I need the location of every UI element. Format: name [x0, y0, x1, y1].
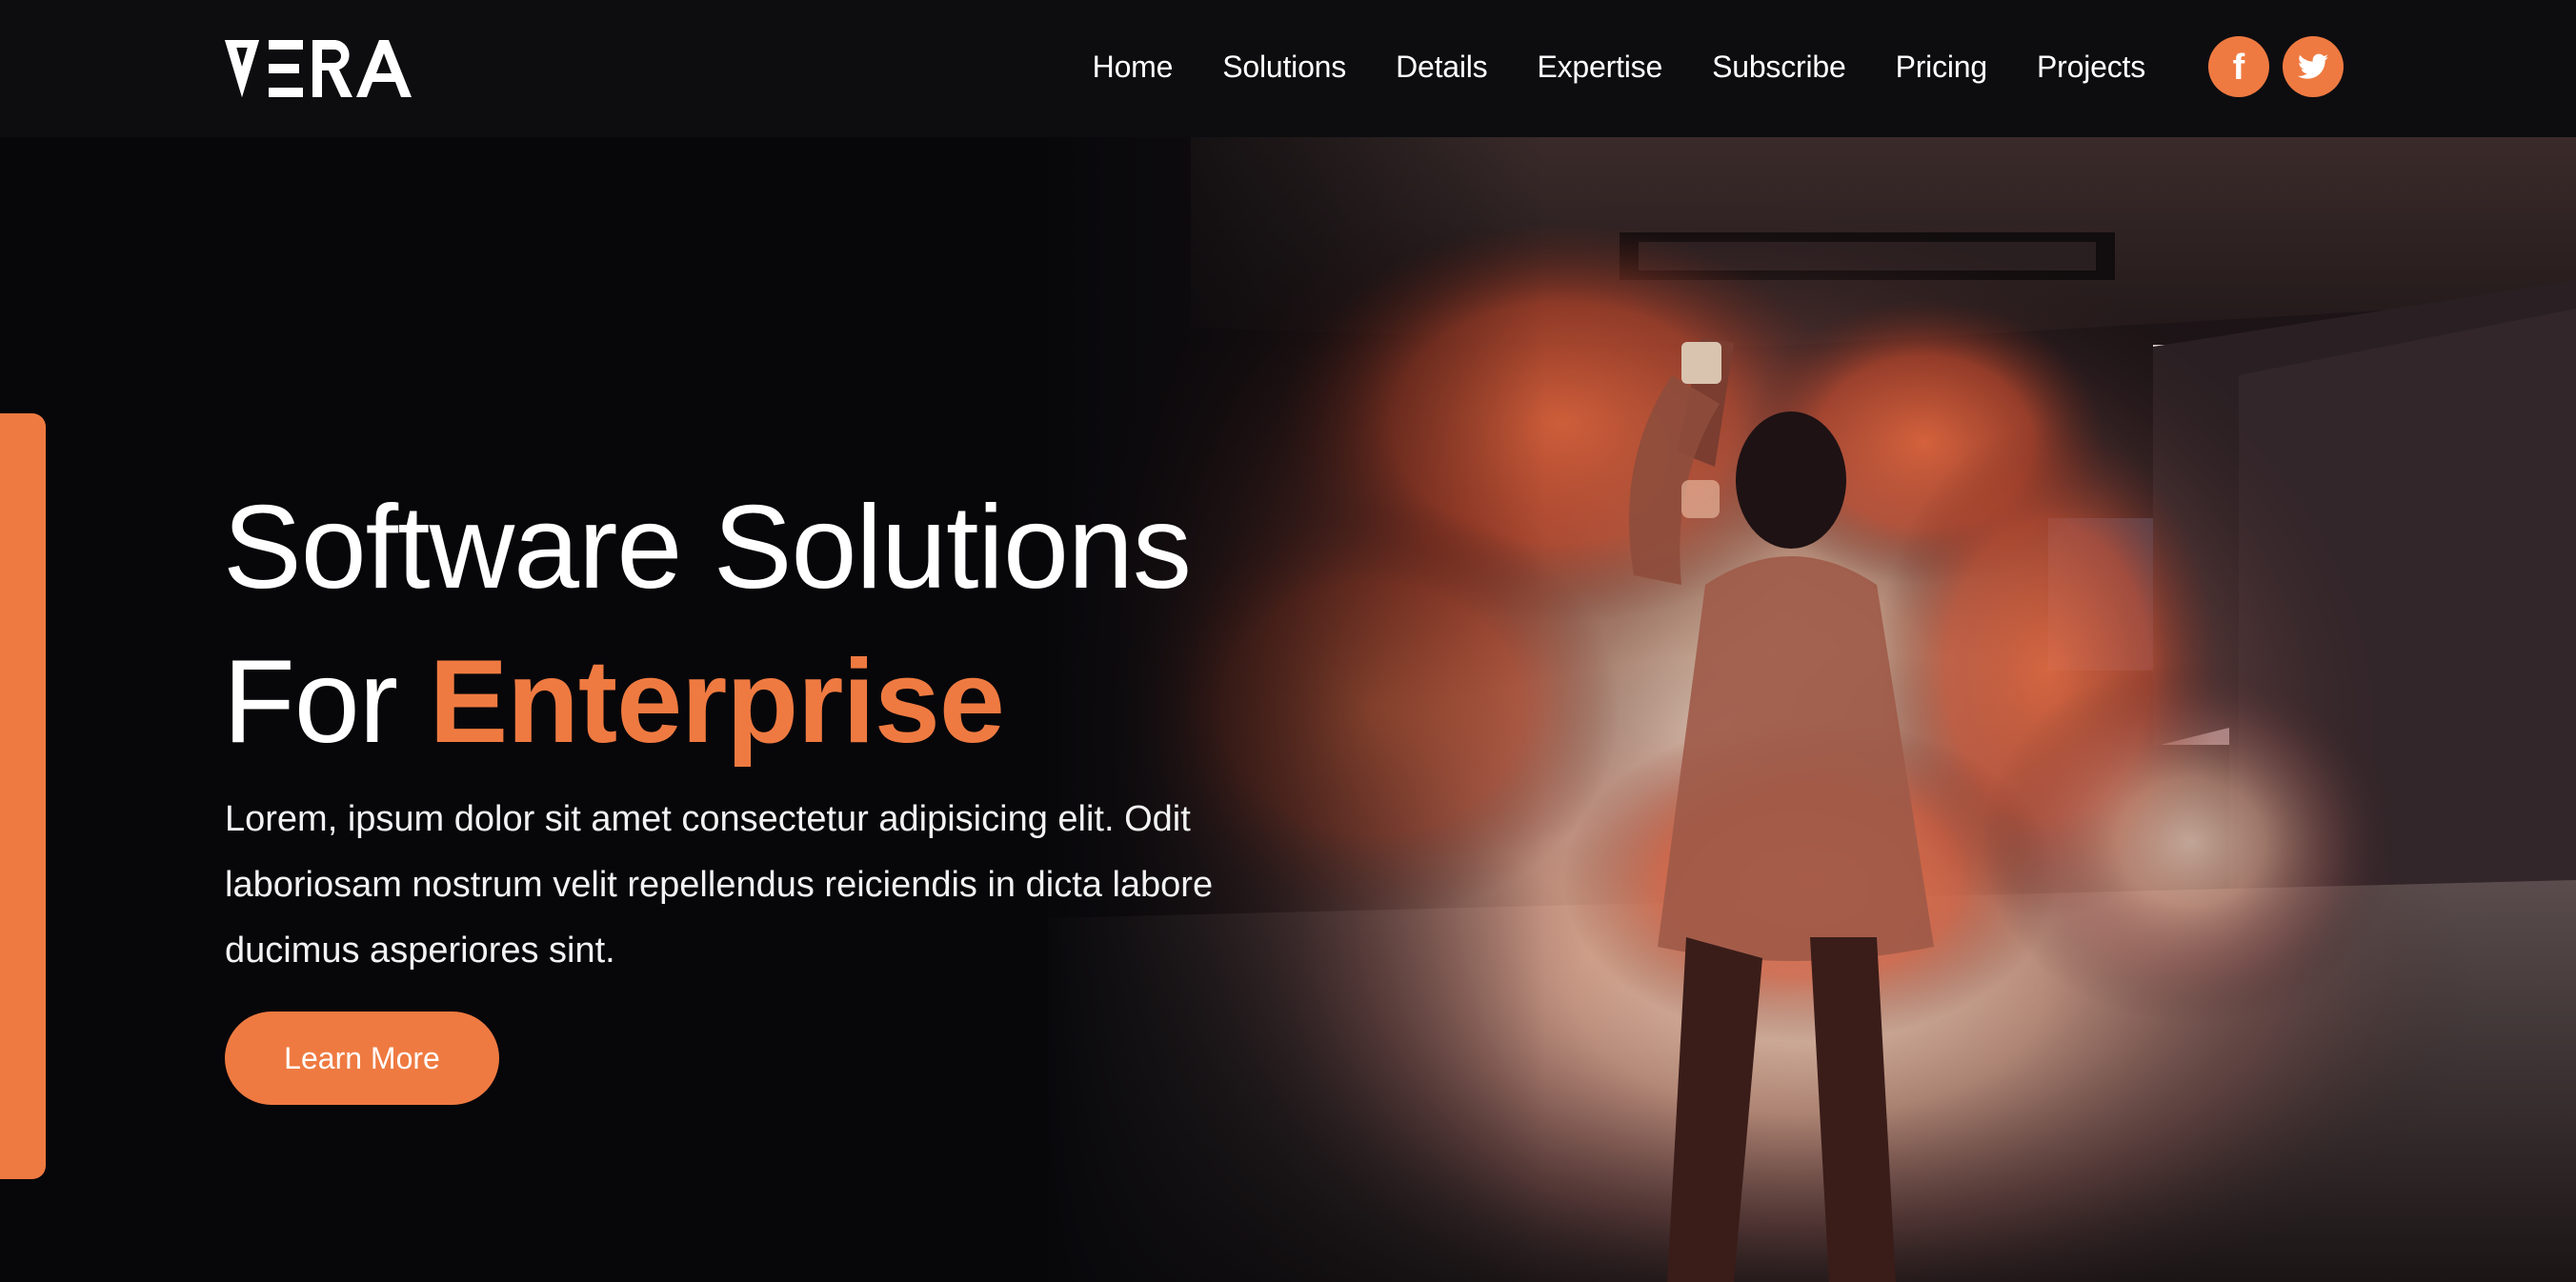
accent-bar [0, 413, 46, 1179]
headline-line-2: For Enterprise [223, 625, 1366, 779]
vera-logo-icon [225, 40, 412, 97]
twitter-icon [2298, 53, 2328, 79]
hero-section: Software Solutions For Enterprise Lorem,… [0, 137, 2576, 1282]
nav-home[interactable]: Home [1093, 50, 1174, 85]
headline-line-1: Software Solutions [223, 482, 1192, 613]
nav-projects[interactable]: Projects [2037, 50, 2145, 85]
hero-headline: Software Solutions For Enterprise [223, 471, 1366, 779]
headline-accent: Enterprise [429, 636, 1004, 768]
site-header: Home Solutions Details Expertise Subscri… [0, 0, 2576, 137]
facebook-button[interactable]: f [2208, 36, 2269, 97]
nav-details[interactable]: Details [1396, 50, 1488, 85]
main-nav: Home Solutions Details Expertise Subscri… [1093, 0, 2344, 133]
twitter-button[interactable] [2283, 36, 2344, 97]
facebook-icon: f [2233, 48, 2245, 88]
hero-lead: Lorem, ipsum dolor sit amet consectetur … [225, 799, 1214, 971]
nav-expertise[interactable]: Expertise [1537, 50, 1662, 85]
svg-text:f: f [2233, 48, 2245, 88]
headline-prefix: For [223, 636, 430, 768]
learn-more-button[interactable]: Learn More [225, 1012, 499, 1105]
nav-pricing[interactable]: Pricing [1896, 50, 1988, 85]
nav-subscribe[interactable]: Subscribe [1712, 50, 1846, 85]
brand-logo[interactable] [225, 38, 419, 99]
nav-solutions[interactable]: Solutions [1222, 50, 1346, 85]
